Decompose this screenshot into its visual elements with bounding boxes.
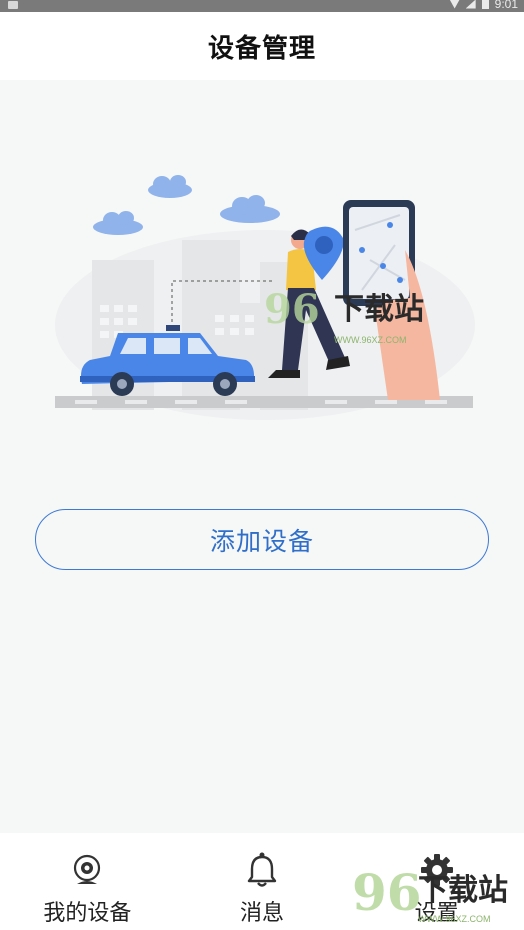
signal-icon: [465, 0, 476, 9]
wifi-icon: [449, 0, 460, 9]
tab-label-messages: 消息: [240, 901, 285, 926]
cloud-icon: [93, 175, 280, 235]
status-indicators: 9:01: [449, 0, 518, 11]
header: 设备管理: [0, 12, 524, 80]
camera-icon: [70, 851, 104, 889]
watermark-logo: 96 下载站 WWW.96XZ.COM: [264, 286, 424, 345]
tab-messages[interactable]: 消息: [175, 833, 350, 930]
tab-label-my-devices: 我的设备: [43, 901, 132, 926]
add-device-button[interactable]: 添加设备: [35, 509, 489, 570]
tab-my-devices[interactable]: 我的设备: [0, 833, 175, 930]
add-device-label: 添加设备: [209, 526, 314, 556]
notification-icon: [8, 1, 18, 9]
bell-icon: [245, 851, 279, 889]
svg-text:下载站: 下载站: [334, 292, 424, 327]
svg-text:WWW.96XZ.COM: WWW.96XZ.COM: [418, 914, 491, 924]
svg-text:WWW.96XZ.COM: WWW.96XZ.COM: [334, 335, 407, 345]
status-bar: 9:01: [0, 0, 524, 12]
svg-text:下载站: 下载站: [418, 873, 508, 908]
battery-icon: [481, 0, 489, 9]
svg-text:96: 96: [352, 863, 422, 922]
main-content: 添加设备: [0, 80, 524, 833]
watermark-logo-tab: 96 下载站 WWW.96XZ.COM: [352, 863, 508, 924]
page-title: 设备管理: [207, 33, 316, 64]
status-time: 9:01: [494, 0, 518, 11]
svg-text:96: 96: [264, 286, 320, 333]
